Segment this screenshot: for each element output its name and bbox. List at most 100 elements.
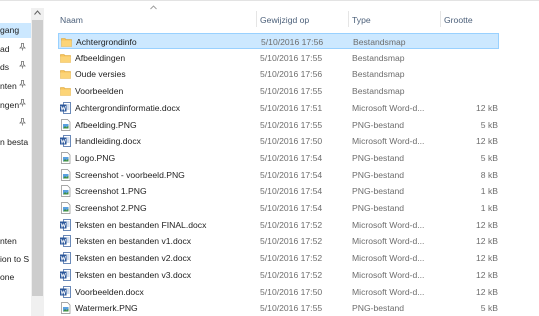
file-row[interactable]: Voorbeelden 5/10/2016 17:55 Bestandsmap — [58, 83, 499, 99]
file-row[interactable]: Logo.PNG 5/10/2016 17:54 PNG-bestand 5 kB — [58, 150, 499, 166]
nav-item-label: ion to S — [0, 254, 30, 264]
file-name: Teksten en bestanden v1.docx — [75, 236, 192, 247]
file-name: Watermerk.PNG — [75, 303, 138, 314]
column-header-date[interactable]: Gewijzigd op — [260, 14, 309, 26]
file-size: 12 kB — [476, 219, 498, 230]
file-size: 12 kB — [476, 136, 498, 147]
nav-item-label: nten — [0, 236, 17, 246]
file-type: Bestandsmap — [353, 37, 406, 47]
word-doc-icon — [60, 235, 71, 248]
pin-icon — [19, 60, 26, 75]
file-size: 1 kB — [480, 186, 498, 197]
file-type: Microsoft Word-d... — [352, 236, 425, 247]
scroll-thumb[interactable] — [32, 20, 43, 296]
png-image-icon — [60, 118, 71, 131]
file-row[interactable]: Achtergrondinfo 5/10/2016 17:56 Bestandsma… — [58, 33, 499, 49]
column-divider[interactable] — [256, 11, 257, 27]
column-header-size[interactable]: Grootte — [444, 14, 473, 26]
nav-item[interactable]: gang — [0, 23, 31, 38]
pin-icon — [19, 117, 26, 132]
file-row[interactable]: Teksten en bestanden FINAL.docx 5/10/2016… — [58, 217, 499, 233]
nav-item[interactable]: nten — [0, 79, 26, 94]
file-row[interactable]: Screenshot - voorbeeld.PNG 5/10/2016 17:5… — [58, 167, 499, 183]
file-name: Afbeeldingen — [75, 52, 126, 63]
file-name: Voorbeelden.docx — [75, 286, 144, 297]
column-divider[interactable] — [440, 11, 441, 27]
file-size: 12 kB — [476, 102, 498, 113]
folder-icon — [61, 36, 72, 48]
file-name: Screenshot 1.PNG — [75, 186, 147, 197]
word-doc-icon — [60, 218, 71, 231]
file-size — [438, 66, 498, 82]
file-row[interactable]: Achtergrondinformatie.docx 5/10/2016 17:5… — [58, 100, 499, 116]
file-type: Bestandsmap — [352, 86, 405, 97]
nav-item[interactable]: ad — [0, 42, 26, 57]
file-row[interactable]: Teksten en bestanden v3.docx 5/10/2016 17… — [58, 267, 499, 283]
file-size: 12 kB — [476, 269, 498, 280]
pin-icon — [19, 42, 26, 57]
file-row[interactable]: Screenshot 1.PNG 5/10/2016 17:54 PNG-besta… — [58, 183, 499, 199]
file-name: Afbeelding.PNG — [75, 119, 137, 130]
file-date: 5/10/2016 17:50 — [260, 136, 323, 147]
column-header-name[interactable]: Naam — [60, 14, 83, 26]
file-type: Microsoft Word-d... — [352, 269, 425, 280]
column-divider[interactable] — [348, 11, 349, 27]
file-row[interactable]: Screenshot 2.PNG 5/10/2016 17:54 PNG-besta… — [58, 200, 499, 216]
nav-scrollbar[interactable] — [31, 8, 44, 316]
file-row[interactable]: Teksten en bestanden v1.docx 5/10/2016 17… — [58, 233, 499, 249]
nav-item[interactable]: ngen — [0, 98, 26, 113]
file-type: PNG-bestand — [352, 169, 405, 180]
nav-item[interactable]: one — [0, 270, 14, 285]
file-type: PNG-bestand — [352, 186, 405, 197]
file-type: PNG-bestand — [352, 119, 405, 130]
file-row[interactable]: Watermerk.PNG 5/10/2016 17:55 PNG-bestand 5… — [58, 300, 499, 316]
pin-icon — [19, 98, 26, 113]
file-size — [438, 83, 498, 99]
file-row[interactable]: Handleiding.docx 5/10/2016 17:50 Microsoft… — [58, 133, 499, 149]
word-doc-icon — [60, 101, 71, 114]
png-image-icon — [60, 168, 71, 181]
column-header-type[interactable]: Type — [352, 14, 371, 26]
file-row[interactable]: Oude versies 5/10/2016 17:56 Bestandsmap — [58, 66, 499, 82]
file-type: PNG-bestand — [352, 152, 405, 163]
navigation-pane: gang ad ds nten ngen n besta nten ion to… — [0, 1, 31, 316]
file-name: Teksten en bestanden FINAL.docx — [75, 219, 207, 230]
file-size: 12 kB — [476, 286, 498, 297]
file-type: Microsoft Word-d... — [352, 286, 425, 297]
file-size: 8 kB — [480, 169, 498, 180]
nav-item-label: ds — [0, 62, 10, 72]
nav-item[interactable]: ds — [0, 60, 26, 75]
file-row[interactable]: Voorbeelden.docx 5/10/2016 17:50 Microsoft… — [58, 284, 499, 300]
file-name: Screenshot - voorbeeld.PNG — [75, 169, 185, 180]
word-doc-icon — [60, 268, 71, 281]
pin-icon — [19, 79, 26, 94]
nav-item[interactable]: ion to S — [0, 252, 29, 267]
file-name: Voorbeelden — [75, 86, 124, 97]
file-name: Screenshot 2.PNG — [75, 203, 147, 213]
sort-ascending-icon — [150, 5, 157, 10]
nav-item[interactable]: nten — [0, 234, 17, 249]
file-row[interactable]: Afbeeldingen 5/10/2016 17:55 Bestandsmap — [58, 50, 499, 66]
file-type: Microsoft Word-d... — [352, 253, 425, 264]
png-image-icon — [60, 302, 71, 315]
chevron-up-icon — [34, 10, 41, 15]
scroll-up-button[interactable] — [31, 8, 44, 18]
file-date: 5/10/2016 17:50 — [260, 286, 323, 297]
file-date: 5/10/2016 17:55 — [260, 303, 323, 314]
file-type: Microsoft Word-d... — [352, 136, 425, 147]
file-date: 5/10/2016 17:56 — [261, 37, 324, 47]
file-date: 5/10/2016 17:52 — [260, 236, 323, 247]
file-type: Microsoft Word-d... — [352, 102, 425, 113]
png-image-icon — [60, 152, 71, 164]
folder-icon — [60, 68, 71, 80]
file-size: 1 kB — [480, 203, 498, 213]
file-name: Logo.PNG — [75, 152, 116, 163]
file-row[interactable]: Afbeelding.PNG 5/10/2016 17:55 PNG-bestand… — [58, 117, 499, 133]
file-date: 5/10/2016 17:52 — [260, 253, 323, 264]
file-type: Microsoft Word-d... — [352, 219, 425, 230]
folder-icon — [60, 85, 71, 97]
nav-item[interactable]: n besta — [0, 135, 28, 150]
file-row[interactable]: Teksten en bestanden v2.docx 5/10/2016 17… — [58, 250, 499, 266]
file-date: 5/10/2016 17:54 — [260, 169, 323, 180]
file-name: Teksten en bestanden v2.docx — [75, 253, 192, 264]
